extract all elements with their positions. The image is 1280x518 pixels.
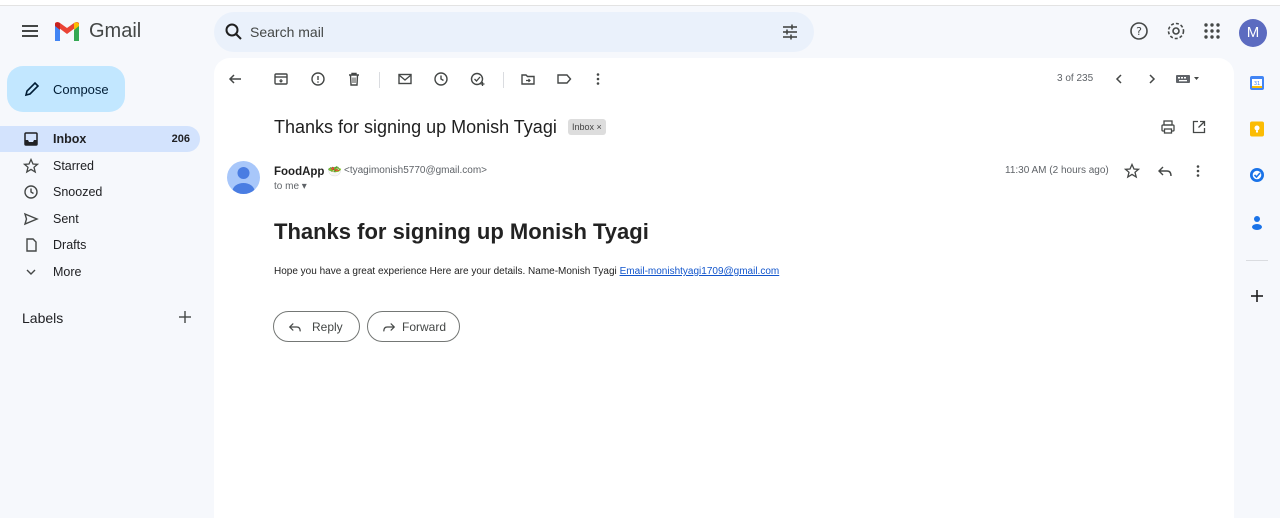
sidebar-item-snoozed[interactable]: Snoozed: [0, 179, 200, 205]
gmail-logo[interactable]: Gmail: [53, 20, 141, 43]
sidebar-item-label: Snoozed: [53, 185, 103, 199]
tasks-icon[interactable]: [1249, 167, 1265, 183]
input-tools-icon[interactable]: [1175, 71, 1201, 87]
svg-text:?: ?: [1136, 25, 1142, 38]
sidebar-item-label: More: [53, 265, 82, 279]
more-vert-icon[interactable]: [590, 71, 606, 87]
recipient-details-toggle[interactable]: to me ▾: [274, 181, 307, 192]
settings-icon[interactable]: [1165, 20, 1187, 42]
sidebar-item-inbox[interactable]: Inbox 206: [0, 126, 200, 152]
reply-label: Reply: [312, 320, 343, 334]
sidebar-item-drafts[interactable]: Drafts: [0, 232, 200, 258]
keep-icon[interactable]: [1249, 121, 1265, 137]
star-message-icon[interactable]: [1124, 163, 1140, 179]
contacts-icon[interactable]: [1249, 214, 1265, 230]
inbox-icon: [24, 132, 38, 146]
toolbar-divider: [379, 72, 380, 88]
reply-button[interactable]: Reply: [273, 311, 360, 342]
toolbar-divider: [503, 72, 504, 88]
sidebar-item-label: Drafts: [53, 238, 87, 252]
move-to-icon[interactable]: [520, 71, 536, 87]
newer-chevron-icon[interactable]: [1111, 71, 1127, 87]
sender-name: FoodApp 🥗: [274, 166, 342, 178]
sidebar-item-more[interactable]: More: [0, 259, 200, 285]
star-icon: [23, 158, 39, 174]
chevron-down-icon: [26, 269, 36, 275]
mark-unread-icon[interactable]: [397, 71, 413, 87]
add-label-icon[interactable]: [177, 309, 193, 325]
forward-label: Forward: [402, 320, 447, 334]
email-link[interactable]: Email-monishtyagi1709@gmail.com: [620, 266, 780, 277]
send-icon: [23, 212, 39, 226]
app-name: Gmail: [89, 20, 142, 42]
add-task-icon[interactable]: [470, 71, 486, 87]
search-input[interactable]: Search mail: [250, 24, 324, 40]
person-icon: [232, 167, 255, 194]
side-panel-divider: [1246, 260, 1268, 261]
print-icon[interactable]: [1160, 119, 1176, 135]
pencil-icon: [24, 81, 40, 97]
search-icon[interactable]: [224, 22, 244, 42]
email-heading: Thanks for signing up Monish Tyagi: [274, 219, 649, 244]
header: Gmail Search mail ? M: [0, 6, 1280, 58]
unread-count: 206: [171, 133, 190, 145]
apps-grid-icon[interactable]: [1201, 20, 1223, 42]
back-arrow-icon[interactable]: [227, 71, 243, 87]
search-bar[interactable]: Search mail: [214, 12, 814, 52]
side-panel: 31: [1234, 58, 1280, 518]
message-timestamp: 11:30 AM (2 hours ago): [1005, 165, 1109, 176]
sidebar: Compose Inbox 206 Starred Snoozed Sent D…: [0, 58, 214, 518]
message-subject: Thanks for signing up Monish Tyagi: [274, 117, 557, 137]
search-options-icon[interactable]: [780, 22, 800, 42]
forward-arrow-icon: [383, 323, 396, 332]
account-avatar[interactable]: M: [1239, 19, 1267, 47]
forward-button[interactable]: Forward: [367, 311, 460, 342]
labels-heading: Labels: [22, 310, 64, 326]
calendar-icon[interactable]: 31: [1249, 75, 1265, 91]
gmail-m-icon: [55, 21, 79, 41]
draft-icon: [26, 238, 37, 252]
compose-label: Compose: [53, 82, 109, 97]
archive-icon[interactable]: [273, 71, 289, 87]
sender-avatar[interactable]: [227, 161, 260, 194]
open-new-window-icon[interactable]: [1191, 119, 1207, 135]
sidebar-item-label: Sent: [53, 212, 79, 226]
svg-text:31: 31: [1254, 81, 1260, 87]
inbox-label-chip[interactable]: Inbox ×: [568, 119, 606, 135]
reply-icon[interactable]: [1157, 163, 1173, 179]
sidebar-item-label: Inbox: [53, 132, 87, 146]
reply-arrow-icon: [288, 323, 301, 332]
clock-icon: [24, 185, 38, 199]
compose-button[interactable]: Compose: [7, 66, 125, 112]
report-spam-icon[interactable]: [310, 71, 326, 87]
label-icon[interactable]: [556, 71, 572, 87]
sidebar-item-starred[interactable]: Starred: [0, 153, 200, 179]
message-pane: 3 of 235 Thanks for signing up Monish Ty…: [214, 58, 1234, 518]
pagination-count: 3 of 235: [1057, 73, 1094, 84]
delete-icon[interactable]: [346, 71, 362, 87]
help-icon[interactable]: ?: [1128, 20, 1150, 42]
message-more-vert-icon[interactable]: [1190, 163, 1206, 179]
sidebar-item-label: Starred: [53, 159, 94, 173]
email-body: Hope you have a great experience Here ar…: [274, 266, 620, 277]
sidebar-item-sent[interactable]: Sent: [0, 206, 200, 232]
email-body-text: Hope you have a great experience Here ar…: [274, 266, 779, 277]
snooze-icon[interactable]: [433, 71, 449, 87]
add-addon-icon[interactable]: [1249, 288, 1265, 304]
sender-email: <tyagimonish5770@gmail.com>: [344, 165, 488, 176]
older-chevron-icon[interactable]: [1144, 71, 1160, 87]
menu-icon[interactable]: [20, 21, 40, 41]
